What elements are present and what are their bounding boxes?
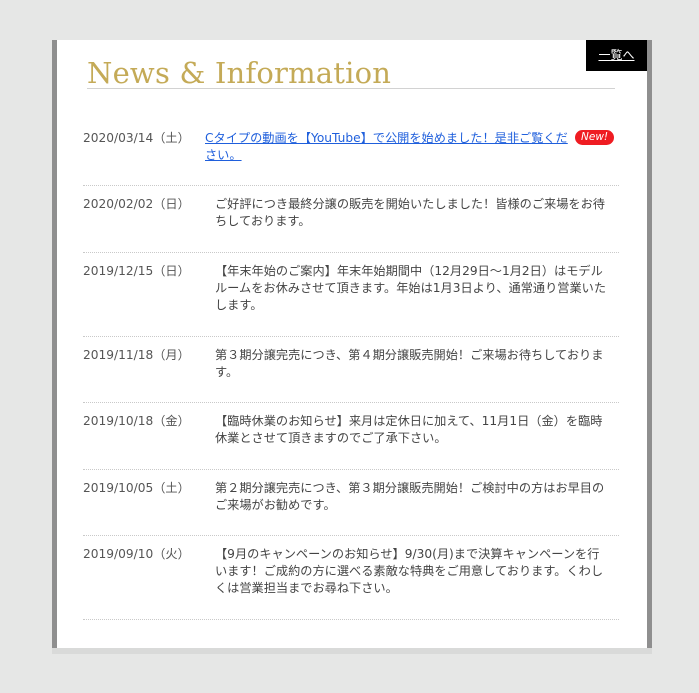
news-date: 2020/03/14（土） [83, 131, 190, 145]
panel-bottom-edge [52, 648, 652, 654]
news-list: 2020/03/14（土） Cタイプの動画を【YouTube】で公開を始めました… [83, 120, 619, 620]
news-date: 2019/11/18（月） [83, 348, 190, 362]
news-panel: 一覧へ News & Information 2020/03/14（土） Cタイ… [52, 40, 652, 648]
news-date: 2020/02/02（日） [83, 197, 190, 211]
news-text: ご好評につき最終分譲の販売を開始いたしました！皆様のご来場をお待ちしております。 [215, 197, 605, 228]
new-badge: New! [575, 130, 615, 145]
section-title: News & Information [87, 56, 392, 90]
news-item: 2020/02/02（日） ご好評につき最終分譲の販売を開始いたしました！皆様の… [83, 186, 619, 253]
news-link[interactable]: Cタイプの動画を【YouTube】で公開を始めました！是非ご覧ください。 [205, 131, 568, 162]
news-date: 2019/12/15（日） [83, 264, 190, 278]
news-item: 2019/10/05（土） 第２期分譲完売につき、第３期分譲販売開始！ご検討中の… [83, 470, 619, 536]
news-date: 2019/10/18（金） [83, 414, 190, 428]
news-date: 2019/09/10（火） [83, 547, 190, 561]
news-item: 2019/10/18（金） 【臨時休業のお知らせ】来月は定休日に加えて、11月1… [83, 403, 619, 470]
news-text: 【年末年始のご案内】年末年始期間中（12月29日～1月2日）はモデルルームをお休… [215, 264, 607, 312]
news-item: 2019/09/10（火） 【9月のキャンペーンのお知らせ】9/30(月)まで決… [83, 536, 619, 620]
news-text: 【臨時休業のお知らせ】来月は定休日に加えて、11月1日（金）を臨時休業とさせて頂… [215, 414, 603, 445]
news-text: Cタイプの動画を【YouTube】で公開を始めました！是非ご覧ください。 [205, 130, 569, 164]
news-text: 第３期分譲完売につき、第４期分譲販売開始！ご来場お待ちしております。 [215, 348, 604, 379]
news-item: 2019/11/18（月） 第３期分譲完売につき、第４期分譲販売開始！ご来場お待… [83, 337, 619, 403]
section-header: News & Information [87, 56, 615, 89]
news-item: 2019/12/15（日） 【年末年始のご案内】年末年始期間中（12月29日～1… [83, 253, 619, 337]
news-item: 2020/03/14（土） Cタイプの動画を【YouTube】で公開を始めました… [83, 120, 619, 186]
news-date: 2019/10/05（土） [83, 481, 190, 495]
news-text: 第２期分譲完売につき、第３期分譲販売開始！ご検討中の方はお早目のご来場がお勧めで… [215, 481, 605, 512]
news-text: 【9月のキャンペーンのお知らせ】9/30(月)まで決算キャンペーンを行います！ご… [215, 547, 604, 595]
